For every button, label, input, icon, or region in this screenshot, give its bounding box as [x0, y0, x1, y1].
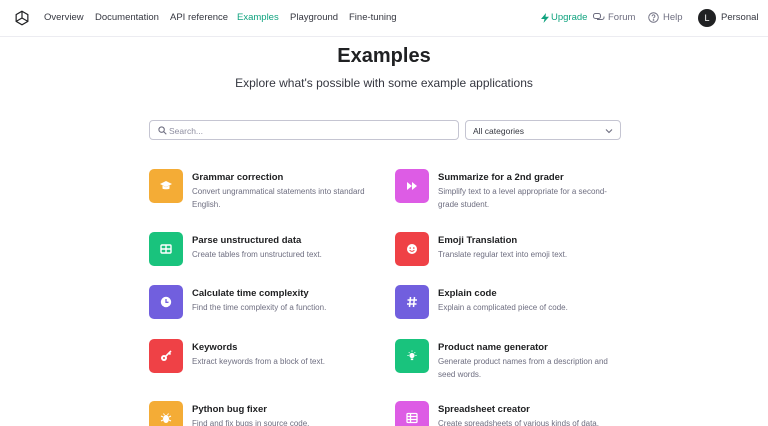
upgrade-link[interactable]: Upgrade	[541, 12, 587, 23]
example-icon-tile	[395, 401, 429, 426]
example-title: Product name generator	[438, 342, 548, 353]
nav-link-fine-tuning[interactable]: Fine-tuning	[349, 12, 397, 23]
search-input[interactable]	[169, 123, 449, 138]
example-title: Summarize for a 2nd grader	[438, 172, 564, 183]
example-icon-tile	[149, 401, 183, 426]
example-title: Keywords	[192, 342, 238, 353]
key-icon	[161, 350, 172, 361]
lightbulb-icon	[407, 350, 417, 361]
example-description: Find and fix bugs in source code.	[192, 419, 310, 426]
example-title: Grammar correction	[192, 172, 284, 183]
clock-icon	[160, 296, 172, 308]
graduation-cap-icon	[160, 181, 172, 190]
category-selected-value: All categories	[473, 126, 525, 136]
example-card[interactable]: Grammar correction Convert ungrammatical…	[149, 169, 379, 213]
example-icon-tile	[395, 285, 429, 319]
page-title: Examples	[337, 45, 431, 67]
example-icon-tile	[395, 232, 429, 266]
example-description: Generate product names from a descriptio…	[438, 357, 608, 379]
example-title: Calculate time complexity	[192, 288, 309, 299]
avatar[interactable]: L	[698, 9, 716, 27]
search-icon	[158, 126, 167, 135]
example-description: Create spreadsheets of various kinds of …	[438, 419, 599, 426]
openai-logo-icon[interactable]	[13, 9, 31, 27]
forum-link[interactable]: Forum	[593, 12, 635, 23]
example-card[interactable]: Emoji Translation Translate regular text…	[395, 232, 625, 276]
upgrade-label: Upgrade	[551, 12, 588, 23]
nav-link-playground[interactable]: Playground	[290, 12, 338, 23]
help-circle-icon	[648, 12, 659, 23]
example-card[interactable]: Spreadsheet creator Create spreadsheets …	[395, 401, 625, 426]
example-card[interactable]: Calculate time complexity Find the time …	[149, 285, 379, 329]
hash-icon	[407, 296, 417, 308]
search-box[interactable]	[149, 120, 459, 140]
example-description: Convert ungrammatical statements into st…	[192, 187, 365, 209]
example-icon-tile	[149, 232, 183, 266]
lightning-icon	[541, 12, 549, 23]
example-title: Emoji Translation	[438, 235, 518, 246]
example-description: Find the time complexity of a function.	[192, 303, 327, 312]
spreadsheet-icon	[406, 412, 418, 424]
forum-label: Forum	[608, 12, 636, 23]
account-menu[interactable]: Personal	[721, 12, 759, 23]
example-icon-tile	[395, 339, 429, 373]
smiley-icon	[407, 244, 417, 254]
nav-link-overview[interactable]: Overview	[44, 12, 84, 23]
bug-icon	[160, 413, 172, 423]
example-icon-tile	[395, 169, 429, 203]
example-card[interactable]: Parse unstructured data Create tables fr…	[149, 232, 379, 276]
table-icon	[160, 244, 172, 254]
example-card[interactable]: Summarize for a 2nd grader Simplify text…	[395, 169, 625, 213]
example-description: Translate regular text into emoji text.	[438, 250, 568, 259]
example-card[interactable]: Keywords Extract keywords from a block o…	[149, 339, 379, 383]
example-card[interactable]: Explain code Explain a complicated piece…	[395, 285, 625, 329]
example-icon-tile	[149, 339, 183, 373]
example-description: Simplify text to a level appropriate for…	[438, 187, 607, 209]
nav-link-api-reference[interactable]: API reference	[170, 12, 228, 23]
example-card[interactable]: Python bug fixer Find and fix bugs in so…	[149, 401, 379, 426]
example-title: Python bug fixer	[192, 404, 267, 415]
example-description: Extract keywords from a block of text.	[192, 357, 325, 366]
example-card[interactable]: Product name generator Generate product …	[395, 339, 625, 383]
nav-link-examples[interactable]: Examples	[237, 12, 279, 23]
example-title: Parse unstructured data	[192, 235, 302, 246]
example-description: Explain a complicated piece of code.	[438, 303, 568, 312]
example-icon-tile	[149, 285, 183, 319]
help-link[interactable]: Help	[648, 12, 683, 23]
chat-bubbles-icon	[593, 12, 605, 20]
example-title: Explain code	[438, 288, 497, 299]
nav-link-documentation[interactable]: Documentation	[95, 12, 159, 23]
fast-forward-icon	[407, 182, 417, 190]
example-title: Spreadsheet creator	[438, 404, 530, 415]
help-label: Help	[663, 12, 683, 23]
chevron-down-icon	[605, 129, 613, 134]
example-description: Create tables from unstructured text.	[192, 250, 322, 259]
top-navigation: Overview Documentation API reference Exa…	[0, 0, 768, 37]
example-icon-tile	[149, 169, 183, 203]
category-select[interactable]: All categories	[465, 120, 621, 140]
page-subtitle: Explore what's possible with some exampl…	[235, 76, 533, 90]
